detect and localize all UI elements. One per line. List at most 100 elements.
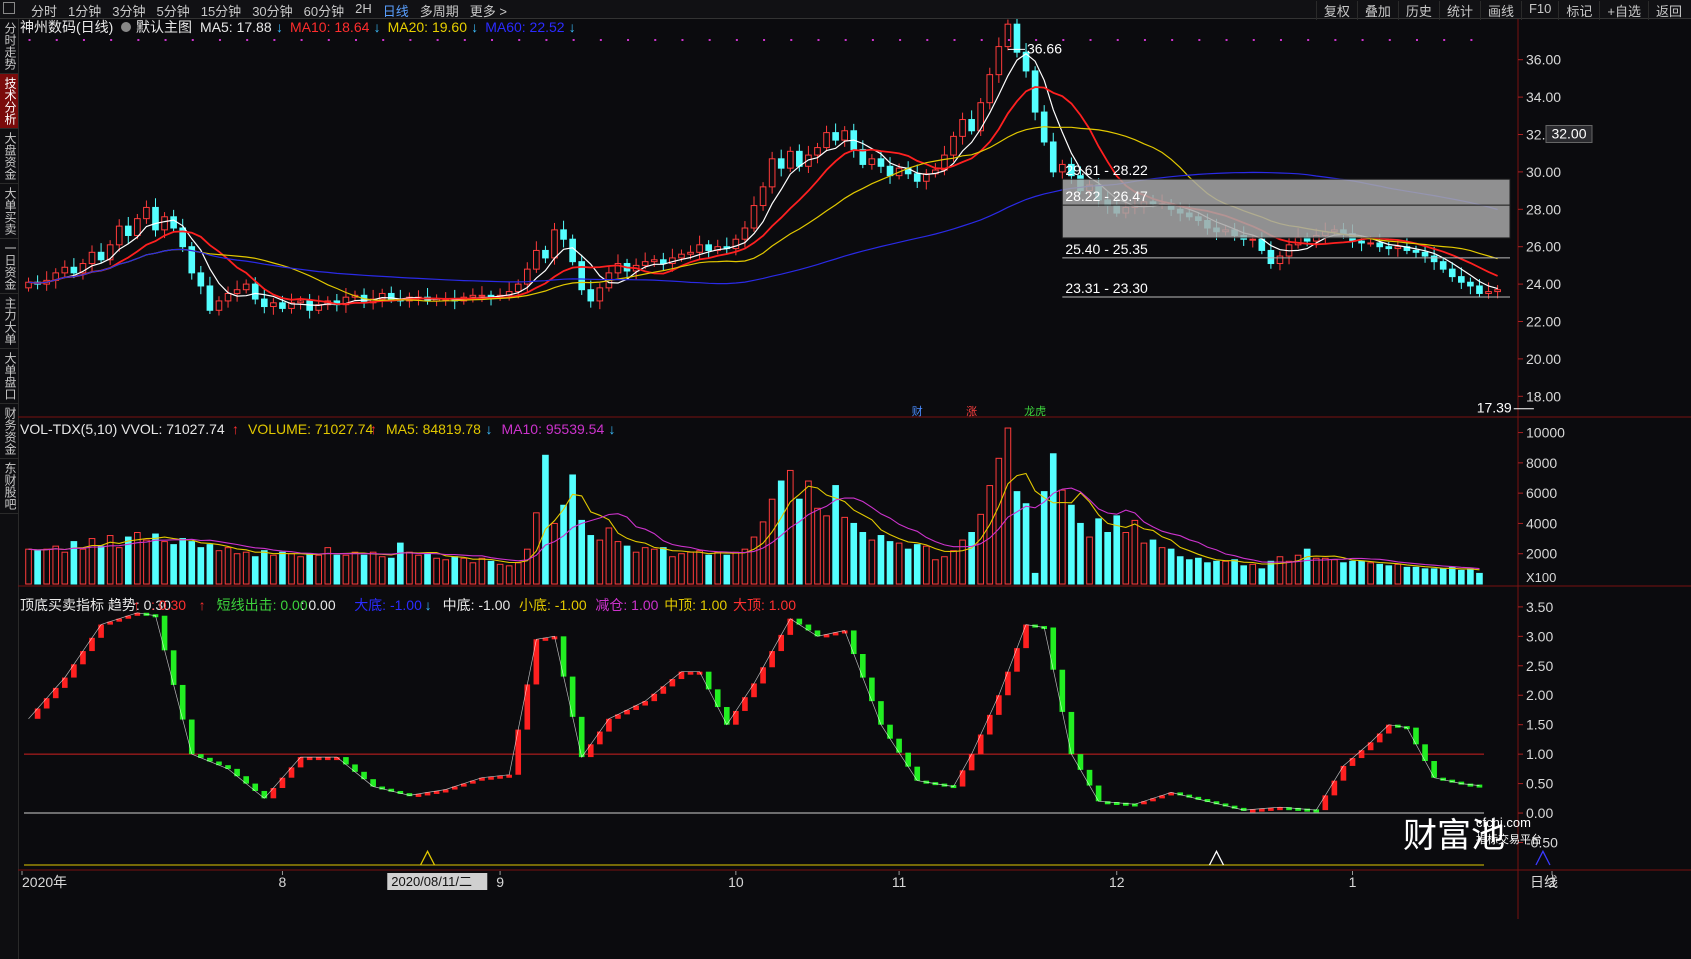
volume-bar [424,553,431,585]
volume-bar [1321,557,1329,585]
sidebar-tab-8[interactable]: 东财股吧 [0,459,18,514]
sidebar-tab-2[interactable]: 大盘资金 [0,129,18,184]
signal-dot [735,39,738,41]
vol-header-2: MA5: 84819.78 [386,421,481,437]
x-tick-label: 10 [728,874,744,890]
candle-body [768,158,776,188]
signal-dot [1307,39,1310,41]
volume-bar [741,548,749,585]
volume-bar [514,562,522,585]
price-tick-label: 36.00 [1526,52,1561,68]
tool-button-8[interactable]: 返回 [1647,1,1689,20]
period-tab-9[interactable]: 多周期 [415,1,465,20]
trend-block [1086,769,1093,786]
event-marker: 涨 [966,405,977,418]
volume-bar [687,551,694,585]
tool-button-5[interactable]: F10 [1520,1,1558,20]
sidebar-tab-6[interactable]: 大单盘口 [0,349,18,404]
trend-block [234,768,240,777]
signal-dot [1388,39,1391,41]
candle-body [696,244,703,253]
candle-body [197,272,205,287]
vol-header-1: VOLUME: 71027.74 [248,421,374,437]
sidebar-tab-1[interactable]: 技术分析 [0,74,18,129]
sidebar-tab-4[interactable]: 一日资金 [0,239,18,294]
signal-dot [1279,39,1282,41]
candle-body [61,266,69,274]
trend-block [914,766,921,781]
period-tab-3[interactable]: 5分钟 [151,1,195,20]
volume-bar [469,562,477,585]
candle-body [279,302,286,309]
ind-tick-label: 1.00 [1526,746,1553,762]
tool-button-7[interactable]: +自选 [1599,1,1648,20]
period-tab-4[interactable]: 15分钟 [196,1,247,20]
volume-bar [270,554,277,585]
tool-button-0[interactable]: 复权 [1315,1,1357,20]
volume-bar [1476,572,1483,585]
volume-bar [260,550,268,585]
sidebar-tab-5[interactable]: 主力大单 [0,294,18,349]
signal-dot [327,39,330,41]
tool-button-4[interactable]: 画线 [1479,1,1521,20]
period-tab-7[interactable]: 2H [350,1,378,20]
volume-bar [406,551,413,585]
trend-block [243,776,249,784]
trend-block [1322,795,1329,811]
candle-body [950,135,957,156]
candle-body [1412,249,1420,253]
vol-header-arrow: ↓ [486,421,493,437]
sidebar-tab-7[interactable]: 财务资金 [0,404,18,459]
volume-bar [342,554,350,585]
period-tab-5[interactable]: 30分钟 [247,1,298,20]
sidebar-tab-3[interactable]: 大单买卖 [0,184,18,239]
trend-block [61,677,68,688]
candle-body [215,300,223,311]
volume-bar [1013,491,1021,585]
trend-block [733,710,739,725]
trend-block [1059,669,1066,712]
trend-block [660,686,667,694]
volume-bar [1458,569,1465,585]
price-tick-label: 18.00 [1526,388,1561,404]
sidebar-tab-0[interactable]: 分时走势 [0,19,18,74]
volume-bar [433,557,440,585]
tool-button-6[interactable]: 标记 [1558,1,1599,20]
volume-bar [279,551,286,585]
candle-body [986,74,994,104]
candle-body [587,289,595,302]
period-tab-10[interactable]: 更多 > [465,1,513,20]
brand-logo-subtitle: 指标交易平台 [1476,832,1542,846]
trend-block [760,667,766,684]
volume-bar [1176,556,1184,585]
period-tab-8[interactable]: 日线 [378,1,415,20]
tool-button-1[interactable]: 叠加 [1356,1,1398,20]
volume-bar [895,542,903,585]
signal-dot [572,39,575,41]
trend-block [578,716,585,758]
panel-toggle-icon[interactable] [3,2,15,14]
volume-bar [170,544,177,585]
volume-bar [1222,560,1229,585]
signal-dot [164,39,167,41]
signal-dot [28,39,31,41]
volume-bar [850,522,858,585]
trend-block [814,630,821,637]
trend-block [188,719,195,755]
signal-dot [871,39,874,41]
vol-header-3: MA10: 95539.54 [502,421,605,437]
period-tab-2[interactable]: 3分钟 [107,1,151,20]
tool-button-2[interactable]: 历史 [1397,1,1439,20]
period-tab-0[interactable]: 分时 [26,1,63,20]
signal-dot [1062,39,1065,41]
period-tab-6[interactable]: 60分钟 [299,1,350,20]
volume-bar [415,554,422,585]
candle-body [886,165,894,177]
period-tab-1[interactable]: 1分钟 [63,1,107,20]
tool-button-3[interactable]: 统计 [1438,1,1480,20]
volume-bar [115,547,123,585]
candle-body [1049,141,1057,173]
trend-block [1431,761,1437,778]
cursor-date-label: 2020/08/11/二 [391,874,472,889]
candle-body [1385,246,1393,250]
